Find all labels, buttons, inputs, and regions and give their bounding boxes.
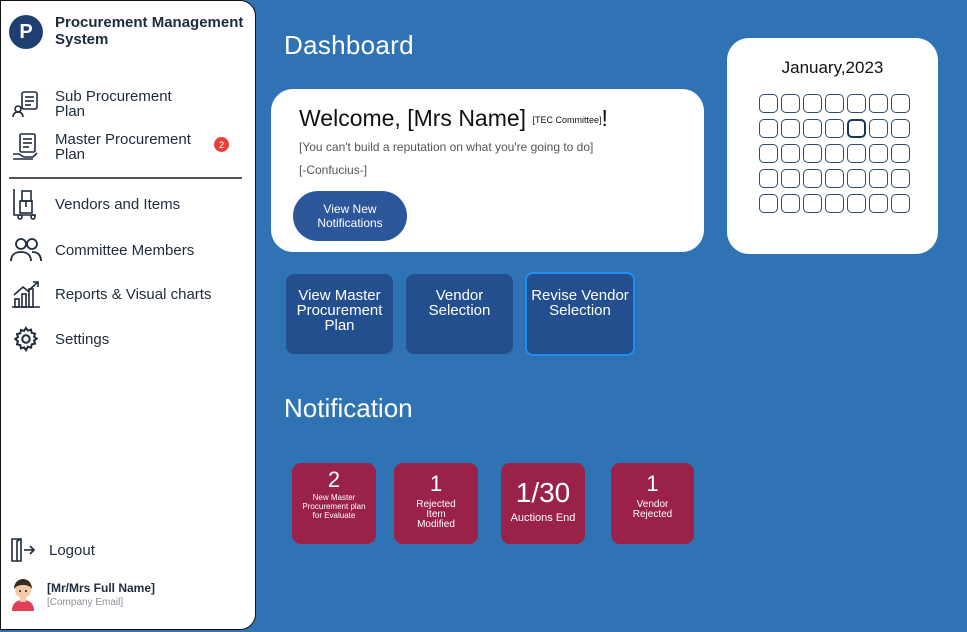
sidebar-item-sub-procurement-plan[interactable]: Sub Procurement Plan <box>9 87 195 121</box>
logout-label: Logout <box>49 541 95 559</box>
welcome-card: Welcome, [Mrs Name] [TEC Committee]! [Yo… <box>271 89 704 252</box>
stat-card-new-master-plan[interactable]: 2 New Master Procurement plan for Evalua… <box>292 463 376 544</box>
vendor-selection-button[interactable]: Vendor Selection <box>406 274 513 354</box>
sidebar-item-label: Reports & Visual charts <box>55 285 212 303</box>
calendar-day[interactable] <box>781 169 800 188</box>
calendar-day[interactable] <box>869 94 888 113</box>
stat-label: Vendor Rejected <box>632 499 673 520</box>
user-name: [Mr/Mrs Full Name] <box>47 580 156 595</box>
calendar-day[interactable] <box>847 144 866 163</box>
calendar-day[interactable] <box>869 194 888 213</box>
stat-label: New Master Procurement plan for Evaluate <box>302 493 366 520</box>
calendar-day[interactable] <box>891 94 910 113</box>
revise-vendor-selection-button[interactable]: Revise Vendor Selection <box>525 272 635 356</box>
calendar-day[interactable] <box>759 194 778 213</box>
calendar-day[interactable] <box>891 194 910 213</box>
sidebar-item-reports[interactable]: Reports & Visual charts <box>9 277 211 311</box>
calendar-day[interactable] <box>803 144 822 163</box>
calendar-day-selected[interactable] <box>847 119 866 138</box>
logout-button[interactable]: Logout <box>9 533 95 567</box>
sidebar-item-label: Committee Members <box>55 241 195 259</box>
brand-title: Procurement Management System <box>55 14 244 48</box>
delivery-icon <box>9 187 43 221</box>
calendar-day[interactable] <box>891 169 910 188</box>
stat-label: Rejected Item Modified <box>416 499 456 530</box>
calendar-day[interactable] <box>825 94 844 113</box>
calendar-day[interactable] <box>759 94 778 113</box>
calendar-day[interactable] <box>803 169 822 188</box>
stat-card-vendor-rejected[interactable]: 1 Vendor Rejected <box>611 463 694 544</box>
user-email: [Company Email] <box>47 596 124 608</box>
document-icon <box>9 87 43 121</box>
contract-icon <box>9 130 43 164</box>
calendar-day[interactable] <box>781 194 800 213</box>
quote-text: [You can't build a reputation on what yo… <box>299 140 594 154</box>
calendar-day[interactable] <box>825 119 844 138</box>
calendar-day[interactable] <box>759 169 778 188</box>
calendar-day[interactable] <box>847 94 866 113</box>
calendar-day[interactable] <box>825 144 844 163</box>
calendar-day[interactable] <box>825 194 844 213</box>
gear-icon <box>9 322 43 356</box>
welcome-role: [TEC Committee] <box>532 114 602 125</box>
avatar <box>9 577 37 611</box>
calendar-day[interactable] <box>781 94 800 113</box>
calendar-grid <box>759 94 910 213</box>
sidebar-item-label: Vendors and Items <box>55 195 181 213</box>
calendar-day[interactable] <box>803 94 822 113</box>
notification-title: Notification <box>284 393 413 423</box>
calendar-day[interactable] <box>803 194 822 213</box>
calendar-day[interactable] <box>825 169 844 188</box>
stat-card-rejected-item[interactable]: 1 Rejected Item Modified <box>394 463 478 544</box>
quote-author: [-Confucius-] <box>299 163 368 177</box>
sidebar-item-label: Settings <box>55 330 110 348</box>
calendar-day[interactable] <box>891 144 910 163</box>
stat-value: 2 <box>327 467 341 492</box>
chart-icon <box>9 277 43 311</box>
view-notifications-button[interactable]: View New Notifications <box>293 191 407 241</box>
welcome-exclamation: ! <box>601 105 608 131</box>
calendar-day[interactable] <box>869 119 888 138</box>
stat-value: 1 <box>429 471 443 496</box>
stat-card-auctions-end[interactable]: 1/30 Auctions End <box>501 463 585 544</box>
calendar-day[interactable] <box>781 119 800 138</box>
stat-value: 1/30 <box>515 477 571 508</box>
page-title: Dashboard <box>284 30 414 60</box>
logout-icon <box>9 533 37 567</box>
welcome-heading: Welcome, [Mrs Name] [TEC Committee]! <box>299 105 608 132</box>
calendar-day[interactable] <box>781 144 800 163</box>
user-profile[interactable]: [Mr/Mrs Full Name] [Company Email] <box>9 577 155 611</box>
brand-logo: P <box>9 15 43 49</box>
notification-badge: 2 <box>214 137 229 152</box>
calendar-day[interactable] <box>869 144 888 163</box>
calendar-day[interactable] <box>759 144 778 163</box>
sidebar-item-settings[interactable]: Settings <box>9 322 109 356</box>
sidebar-divider <box>9 177 242 179</box>
welcome-greeting: Welcome, [Mrs Name] <box>299 105 527 131</box>
stat-value: 1 <box>646 471 659 496</box>
calendar-day[interactable] <box>759 119 778 138</box>
sidebar-item-vendors-and-items[interactable]: Vendors and Items <box>9 187 180 221</box>
calendar-day[interactable] <box>803 119 822 138</box>
view-master-procurement-plan-button[interactable]: View Master Procurement Plan <box>286 274 393 354</box>
calendar-day[interactable] <box>847 194 866 213</box>
calendar-title: January,2023 <box>781 58 884 77</box>
calendar-day[interactable] <box>891 119 910 138</box>
sidebar-item-label: Sub Procurement Plan <box>55 88 172 120</box>
brand: P Procurement Management System <box>9 14 245 49</box>
stat-label: Auctions End <box>510 512 576 524</box>
sidebar: P Procurement Management System Sub Proc… <box>0 0 256 630</box>
sidebar-item-master-procurement-plan[interactable]: Master Procurement Plan <box>9 130 205 164</box>
calendar-day[interactable] <box>869 169 888 188</box>
users-icon <box>9 233 43 267</box>
sidebar-item-committee-members[interactable]: Committee Members <box>9 233 194 267</box>
calendar: January,2023 <box>727 38 938 254</box>
sidebar-item-label: Master Procurement Plan <box>55 131 191 163</box>
calendar-day[interactable] <box>847 169 866 188</box>
